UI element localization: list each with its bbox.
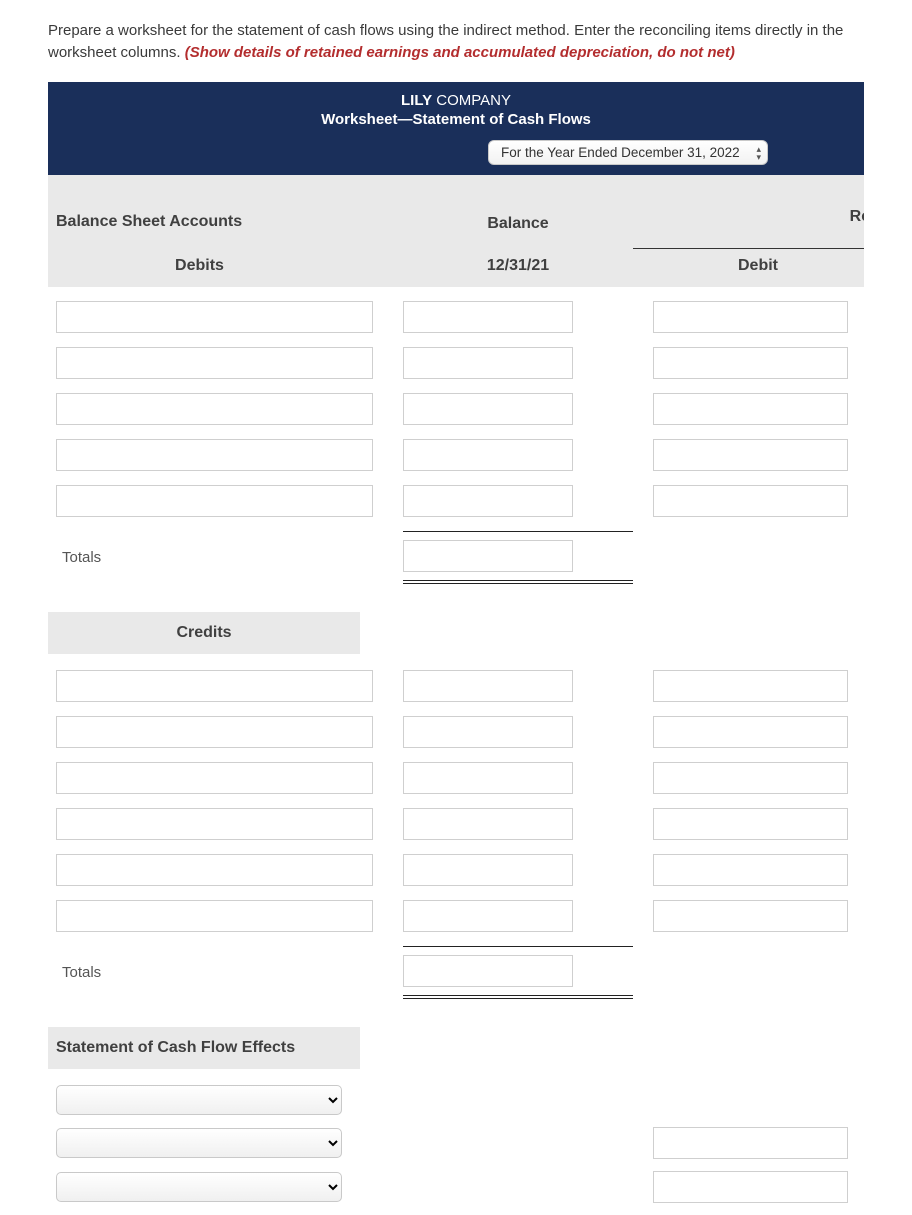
credit-row bbox=[48, 808, 864, 840]
balance-date-header: 12/31/21 bbox=[487, 257, 549, 274]
effects-row bbox=[48, 1171, 864, 1203]
company-name-bold: LILY bbox=[401, 92, 432, 109]
debit-input[interactable] bbox=[653, 716, 848, 748]
column-headers: Balance Sheet Accounts Debits Balance 12… bbox=[48, 175, 864, 287]
balance-input[interactable] bbox=[403, 716, 573, 748]
credits-section: Totals bbox=[48, 670, 864, 999]
balance-input[interactable] bbox=[403, 854, 573, 886]
credit-row bbox=[48, 762, 864, 794]
worksheet: LILY COMPANY Worksheet—Statement of Cash… bbox=[48, 82, 864, 1215]
effects-debit-input[interactable] bbox=[653, 1127, 848, 1159]
worksheet-header: LILY COMPANY Worksheet—Statement of Cash… bbox=[48, 82, 864, 134]
balance-input[interactable] bbox=[403, 439, 573, 471]
balance-input[interactable] bbox=[403, 670, 573, 702]
effects-section bbox=[48, 1085, 864, 1203]
debit-row bbox=[48, 439, 864, 471]
period-label: For the Year Ended December 31, 2022 bbox=[501, 145, 740, 160]
company-name-rest: COMPANY bbox=[432, 92, 511, 109]
debit-input[interactable] bbox=[653, 439, 848, 471]
debit-input[interactable] bbox=[653, 485, 848, 517]
balance-header: Balance bbox=[403, 215, 633, 233]
worksheet-subtitle: Worksheet—Statement of Cash Flows bbox=[62, 111, 850, 128]
balance-input[interactable] bbox=[403, 347, 573, 379]
credit-row bbox=[48, 900, 864, 932]
account-input[interactable] bbox=[56, 485, 373, 517]
accounts-header: Balance Sheet Accounts bbox=[56, 213, 403, 231]
effects-dropdown[interactable] bbox=[56, 1085, 342, 1115]
debit-input[interactable] bbox=[653, 900, 848, 932]
company-name: LILY COMPANY bbox=[62, 92, 850, 109]
account-input[interactable] bbox=[56, 854, 373, 886]
debit-input[interactable] bbox=[653, 670, 848, 702]
account-input[interactable] bbox=[56, 439, 373, 471]
balance-input[interactable] bbox=[403, 301, 573, 333]
account-input[interactable] bbox=[56, 716, 373, 748]
balance-input[interactable] bbox=[403, 762, 573, 794]
credits-totals-row: Totals bbox=[48, 946, 864, 999]
credits-header: Credits bbox=[48, 612, 360, 654]
debit-input[interactable] bbox=[653, 854, 848, 886]
effects-dropdown[interactable] bbox=[56, 1172, 342, 1202]
credit-row bbox=[48, 716, 864, 748]
credits-total-input[interactable] bbox=[403, 955, 573, 987]
account-input[interactable] bbox=[56, 393, 373, 425]
balance-input[interactable] bbox=[403, 485, 573, 517]
account-input[interactable] bbox=[56, 900, 373, 932]
credit-row bbox=[48, 854, 864, 886]
period-selector[interactable]: For the Year Ended December 31, 2022 ▴▾ bbox=[488, 140, 768, 165]
balance-input[interactable] bbox=[403, 900, 573, 932]
account-input[interactable] bbox=[56, 347, 373, 379]
debit-input[interactable] bbox=[653, 808, 848, 840]
effects-dropdown[interactable] bbox=[56, 1128, 342, 1158]
effects-row bbox=[48, 1085, 864, 1115]
debits-subheader: Debits bbox=[56, 257, 403, 275]
account-input[interactable] bbox=[56, 808, 373, 840]
balance-input[interactable] bbox=[403, 808, 573, 840]
instruction-text: Prepare a worksheet for the statement of… bbox=[0, 0, 912, 76]
debit-row bbox=[48, 347, 864, 379]
debit-row bbox=[48, 393, 864, 425]
debits-section: Totals bbox=[48, 287, 864, 584]
account-input[interactable] bbox=[56, 670, 373, 702]
debit-input[interactable] bbox=[653, 762, 848, 794]
debit-row bbox=[48, 301, 864, 333]
effects-header: Statement of Cash Flow Effects bbox=[48, 1027, 360, 1069]
debits-total-input[interactable] bbox=[403, 540, 573, 572]
chevron-updown-icon: ▴▾ bbox=[756, 145, 761, 161]
reconciling-header: Rec bbox=[633, 208, 864, 226]
account-input[interactable] bbox=[56, 762, 373, 794]
totals-label: Totals bbox=[48, 964, 403, 981]
debit-input[interactable] bbox=[653, 347, 848, 379]
balance-input[interactable] bbox=[403, 393, 573, 425]
debits-totals-row: Totals bbox=[48, 531, 864, 584]
debit-input[interactable] bbox=[653, 301, 848, 333]
effects-row bbox=[48, 1127, 864, 1159]
instruction-hint: (Show details of retained earnings and a… bbox=[185, 44, 735, 61]
debit-header: Debit bbox=[738, 257, 778, 274]
debit-row bbox=[48, 485, 864, 517]
effects-debit-input[interactable] bbox=[653, 1171, 848, 1203]
totals-label: Totals bbox=[48, 549, 403, 566]
debit-input[interactable] bbox=[653, 393, 848, 425]
period-row: For the Year Ended December 31, 2022 ▴▾ bbox=[48, 134, 864, 175]
credit-row bbox=[48, 670, 864, 702]
account-input[interactable] bbox=[56, 301, 373, 333]
